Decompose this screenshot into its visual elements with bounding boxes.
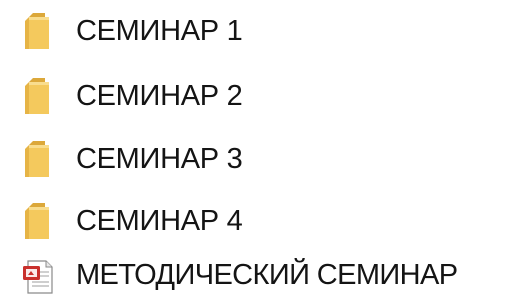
folder-item-seminar-3[interactable]: СЕМИНАР 3 bbox=[0, 131, 531, 187]
powerpoint-file-icon bbox=[20, 255, 56, 295]
folder-icon bbox=[20, 139, 56, 179]
folder-icon bbox=[20, 76, 56, 116]
folder-label: СЕМИНАР 4 bbox=[76, 204, 243, 237]
folder-item-seminar-1[interactable]: СЕМИНАР 1 bbox=[0, 3, 531, 59]
folder-icon bbox=[20, 201, 56, 241]
folder-label: СЕМИНАР 2 bbox=[76, 79, 243, 112]
folder-item-seminar-2[interactable]: СЕМИНАР 2 bbox=[0, 68, 531, 124]
folder-icon bbox=[20, 11, 56, 51]
file-item-methodical-seminar[interactable]: МЕТОДИЧЕСКИЙ СЕМИНАР bbox=[0, 247, 531, 303]
file-label: МЕТОДИЧЕСКИЙ СЕМИНАР bbox=[76, 258, 458, 291]
folder-label: СЕМИНАР 3 bbox=[76, 142, 243, 175]
file-list: СЕМИНАР 1 СЕМИНАР 2 СЕМИНАР 3 СЕМИНАР 4 … bbox=[0, 0, 531, 301]
folder-label: СЕМИНАР 1 bbox=[76, 14, 243, 47]
folder-item-seminar-4[interactable]: СЕМИНАР 4 bbox=[0, 193, 531, 249]
